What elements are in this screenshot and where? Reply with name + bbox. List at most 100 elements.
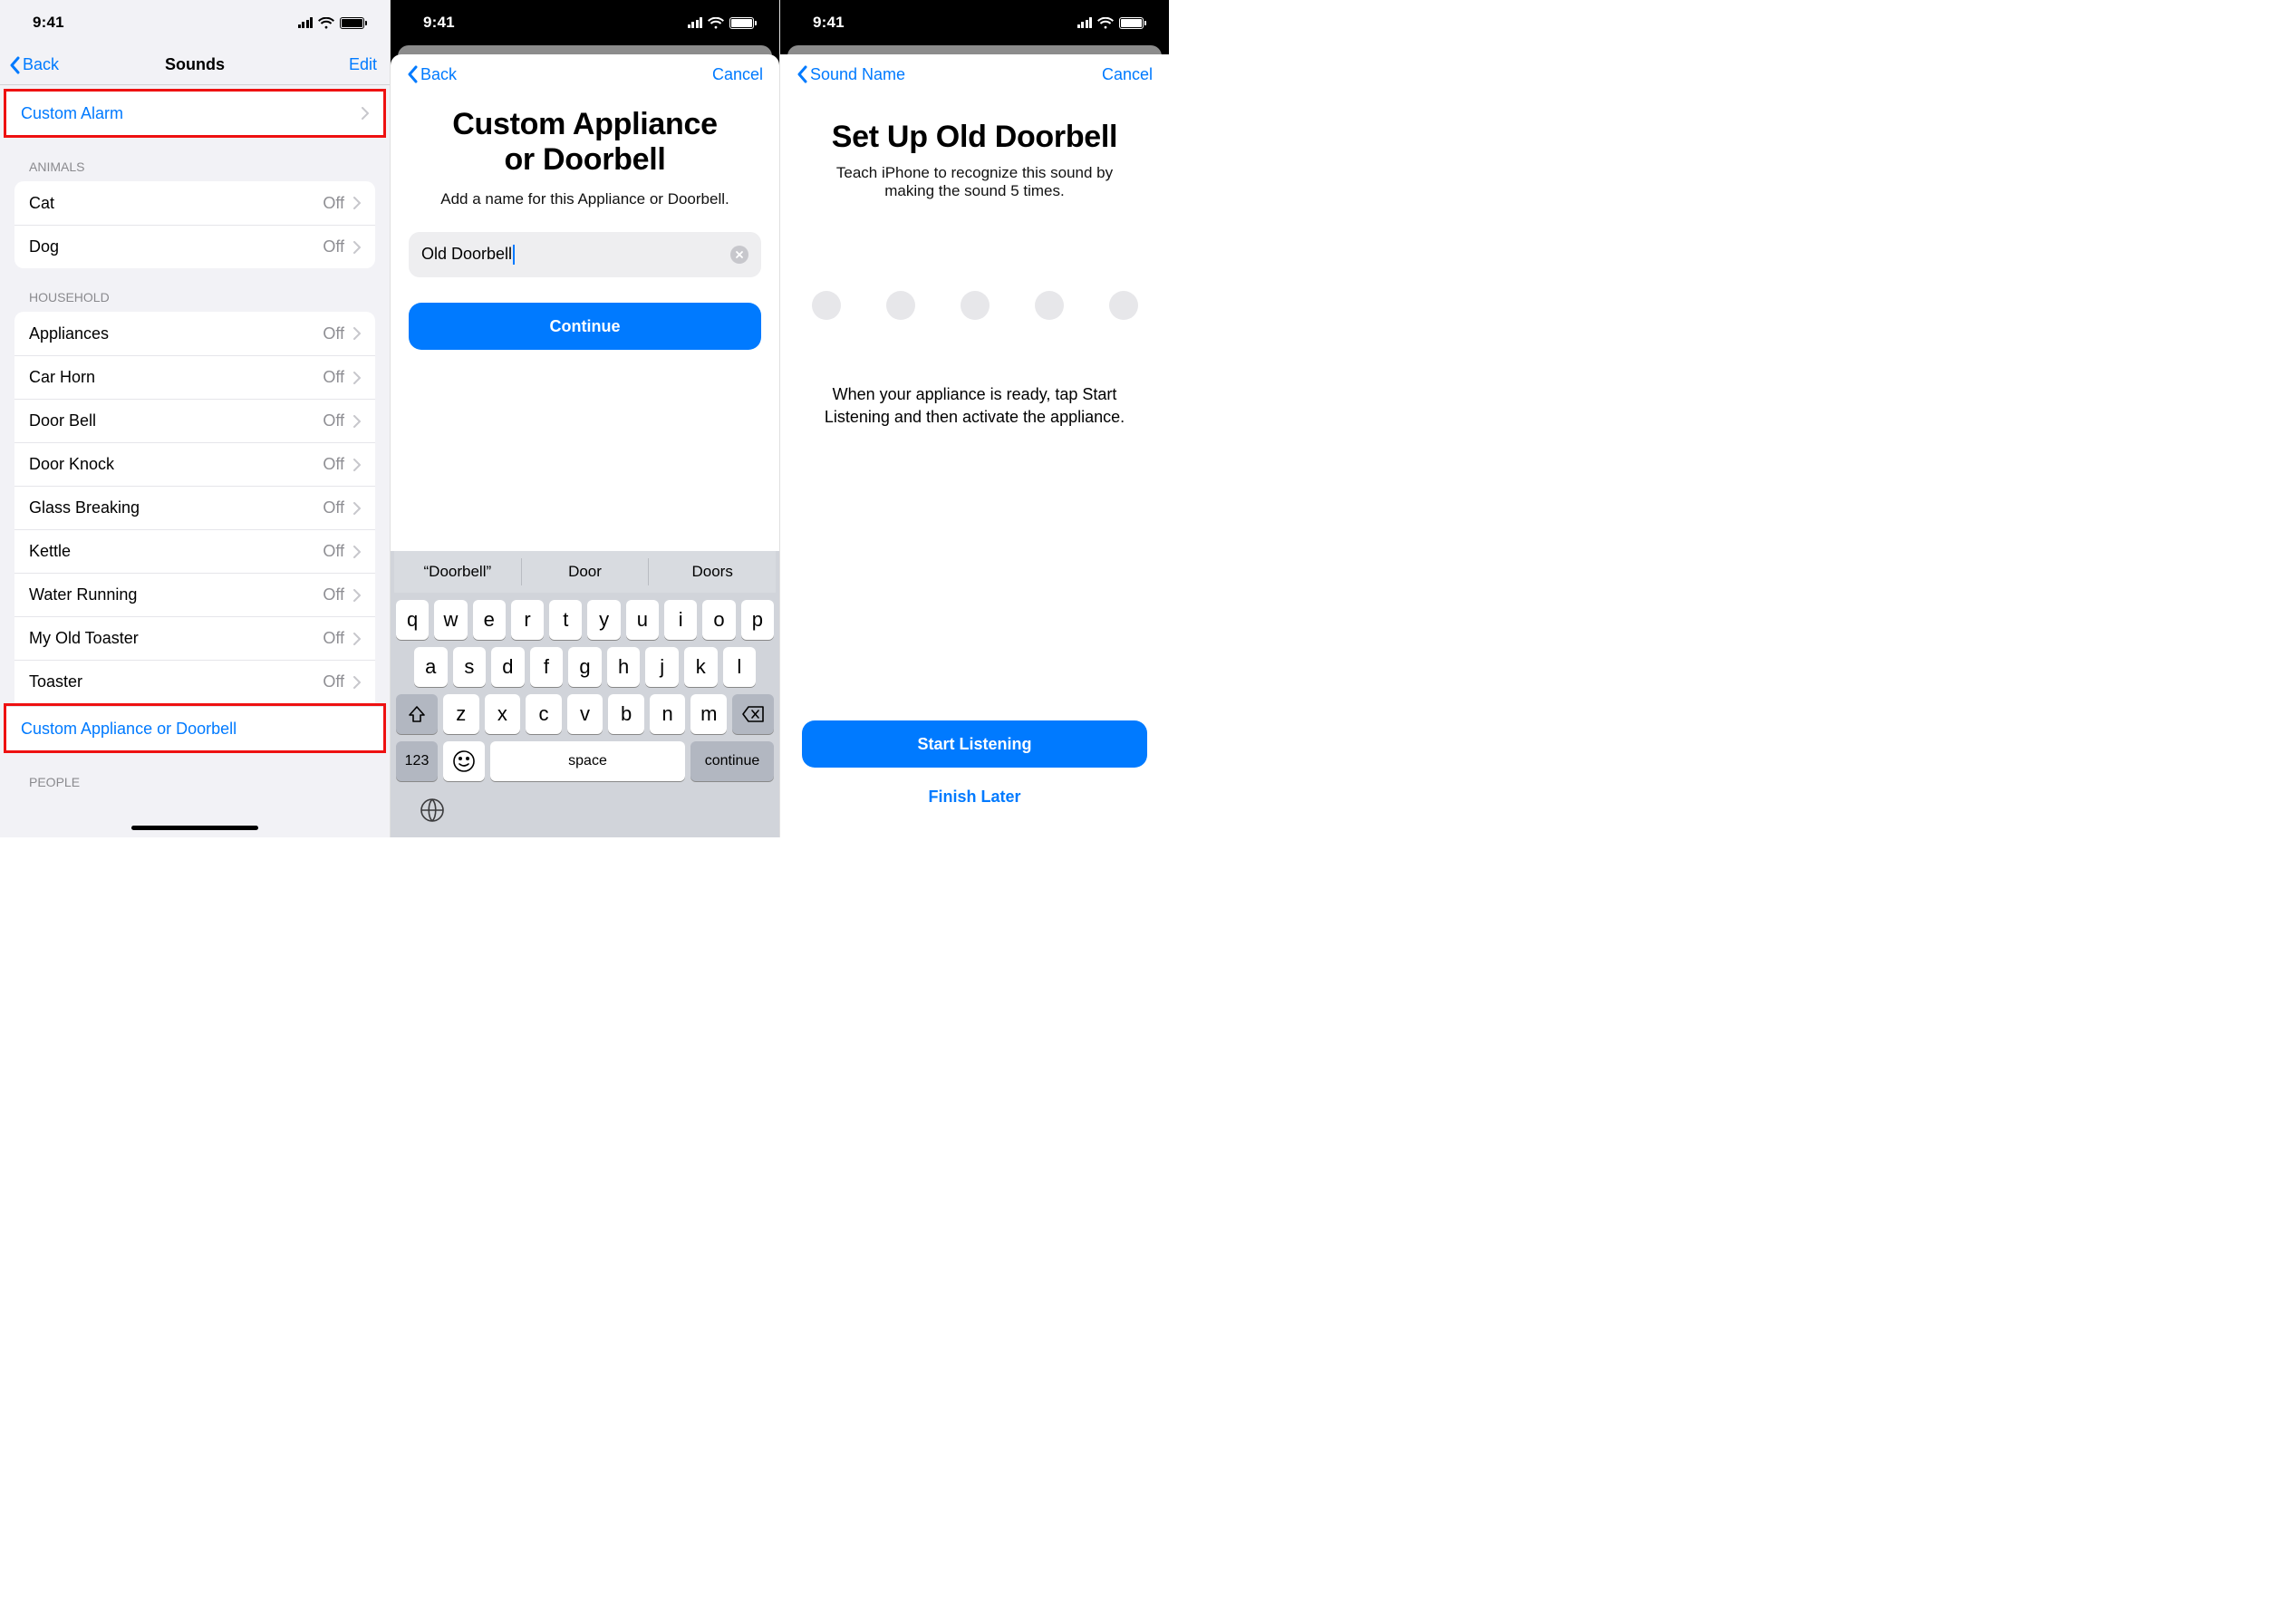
key-shift[interactable] xyxy=(396,694,438,734)
back-button[interactable]: Back xyxy=(407,65,457,84)
chevron-right-icon xyxy=(353,241,361,254)
sheet-title: Set Up Old Doorbell xyxy=(780,94,1169,162)
key-l[interactable]: l xyxy=(723,647,757,687)
key-t[interactable]: t xyxy=(549,600,582,640)
input-value: Old Doorbell xyxy=(421,245,512,263)
key-x[interactable]: x xyxy=(485,694,521,734)
list-item[interactable]: Door BellOff xyxy=(14,399,375,442)
key-a[interactable]: a xyxy=(414,647,448,687)
sheet-title: Custom Appliance or Doorbell xyxy=(391,94,779,185)
key-m[interactable]: m xyxy=(690,694,727,734)
chevron-right-icon xyxy=(353,372,361,384)
key-s[interactable]: s xyxy=(453,647,487,687)
progress-dot xyxy=(961,291,990,320)
suggestion[interactable]: “Doorbell” xyxy=(394,551,521,593)
back-button[interactable]: Back xyxy=(9,55,59,74)
key-space[interactable]: space xyxy=(490,741,685,781)
key-h[interactable]: h xyxy=(607,647,641,687)
suggestion[interactable]: Doors xyxy=(648,558,776,585)
list-item-label: Water Running xyxy=(29,585,137,604)
battery-icon xyxy=(340,17,364,29)
list-item[interactable]: ToasterOff xyxy=(14,660,375,703)
sheet-subtitle: Add a name for this Appliance or Doorbel… xyxy=(391,185,779,225)
custom-appliance-row[interactable]: Custom Appliance or Doorbell xyxy=(6,707,383,750)
chevron-right-icon xyxy=(353,676,361,689)
key-numbers[interactable]: 123 xyxy=(396,741,438,781)
key-y[interactable]: y xyxy=(587,600,620,640)
back-label: Back xyxy=(420,65,457,84)
key-p[interactable]: p xyxy=(741,600,774,640)
x-icon xyxy=(735,250,744,259)
key-e[interactable]: e xyxy=(473,600,506,640)
custom-alarm-label: Custom Alarm xyxy=(21,104,123,123)
finish-later-button[interactable]: Finish Later xyxy=(802,788,1147,807)
key-o[interactable]: o xyxy=(702,600,735,640)
key-d[interactable]: d xyxy=(491,647,525,687)
continue-button[interactable]: Continue xyxy=(409,303,761,350)
key-k[interactable]: k xyxy=(684,647,718,687)
screen-setup-sound: 9:41 Sound Name Cancel Set Up Old Doorbe… xyxy=(779,0,1169,837)
wifi-icon xyxy=(1097,17,1114,29)
list-item[interactable]: KettleOff xyxy=(14,529,375,573)
list-item-label: Car Horn xyxy=(29,368,95,387)
cancel-button[interactable]: Cancel xyxy=(712,65,763,84)
section-header-animals: Animals xyxy=(0,138,390,181)
cellular-signal-icon xyxy=(1077,17,1093,28)
section-header-household: Household xyxy=(0,268,390,312)
list-item[interactable]: Dog Off xyxy=(14,225,375,268)
key-f[interactable]: f xyxy=(530,647,564,687)
key-delete[interactable] xyxy=(732,694,774,734)
globe-icon[interactable] xyxy=(420,798,445,823)
key-c[interactable]: c xyxy=(526,694,562,734)
navigation-bar: Back Sounds Edit xyxy=(0,45,390,85)
key-u[interactable]: u xyxy=(626,600,659,640)
custom-alarm-row[interactable]: Custom Alarm xyxy=(6,92,383,135)
status-icons xyxy=(688,17,755,29)
key-emoji[interactable] xyxy=(443,741,485,781)
status-bar: 9:41 xyxy=(780,0,1169,45)
progress-dot xyxy=(812,291,841,320)
back-button[interactable]: Sound Name xyxy=(797,65,905,84)
list-item[interactable]: Door KnockOff xyxy=(14,442,375,486)
chevron-right-icon xyxy=(353,633,361,645)
suggestion[interactable]: Door xyxy=(521,558,649,585)
cancel-button[interactable]: Cancel xyxy=(1102,65,1153,84)
list-item[interactable]: Car HornOff xyxy=(14,355,375,399)
list-item-status: Off xyxy=(323,498,344,517)
list-item-status: Off xyxy=(323,237,344,256)
list-item-label: Appliances xyxy=(29,324,109,343)
edit-button[interactable]: Edit xyxy=(349,55,377,74)
sound-name-input[interactable]: Old Doorbell xyxy=(409,232,761,277)
highlight-box: Custom Alarm xyxy=(4,89,386,138)
wifi-icon xyxy=(708,17,724,29)
cellular-signal-icon xyxy=(688,17,703,28)
key-continue[interactable]: continue xyxy=(690,741,774,781)
key-v[interactable]: v xyxy=(567,694,603,734)
list-item[interactable]: Water RunningOff xyxy=(14,573,375,616)
key-g[interactable]: g xyxy=(568,647,602,687)
title-line-1: Custom Appliance xyxy=(452,107,717,141)
key-w[interactable]: w xyxy=(434,600,467,640)
key-q[interactable]: q xyxy=(396,600,429,640)
list-item[interactable]: Glass BreakingOff xyxy=(14,486,375,529)
key-r[interactable]: r xyxy=(511,600,544,640)
chevron-right-icon xyxy=(353,327,361,340)
key-b[interactable]: b xyxy=(608,694,644,734)
chevron-right-icon xyxy=(353,415,361,428)
key-j[interactable]: j xyxy=(645,647,679,687)
list-item[interactable]: My Old ToasterOff xyxy=(14,616,375,660)
list-item[interactable]: Cat Off xyxy=(14,181,375,225)
key-z[interactable]: z xyxy=(443,694,479,734)
shift-icon xyxy=(408,706,426,722)
key-n[interactable]: n xyxy=(650,694,686,734)
sheet-navigation: Sound Name Cancel xyxy=(780,54,1169,94)
battery-icon xyxy=(729,17,754,29)
keyboard: “Doorbell” Door Doors q w e r t y u i o … xyxy=(391,551,779,837)
household-list: AppliancesOff Car HornOff Door BellOff D… xyxy=(14,312,375,703)
home-indicator[interactable] xyxy=(131,826,258,830)
clear-input-button[interactable] xyxy=(730,246,748,264)
start-listening-button[interactable]: Start Listening xyxy=(802,720,1147,768)
list-item-label: Kettle xyxy=(29,542,71,561)
list-item[interactable]: AppliancesOff xyxy=(14,312,375,355)
key-i[interactable]: i xyxy=(664,600,697,640)
